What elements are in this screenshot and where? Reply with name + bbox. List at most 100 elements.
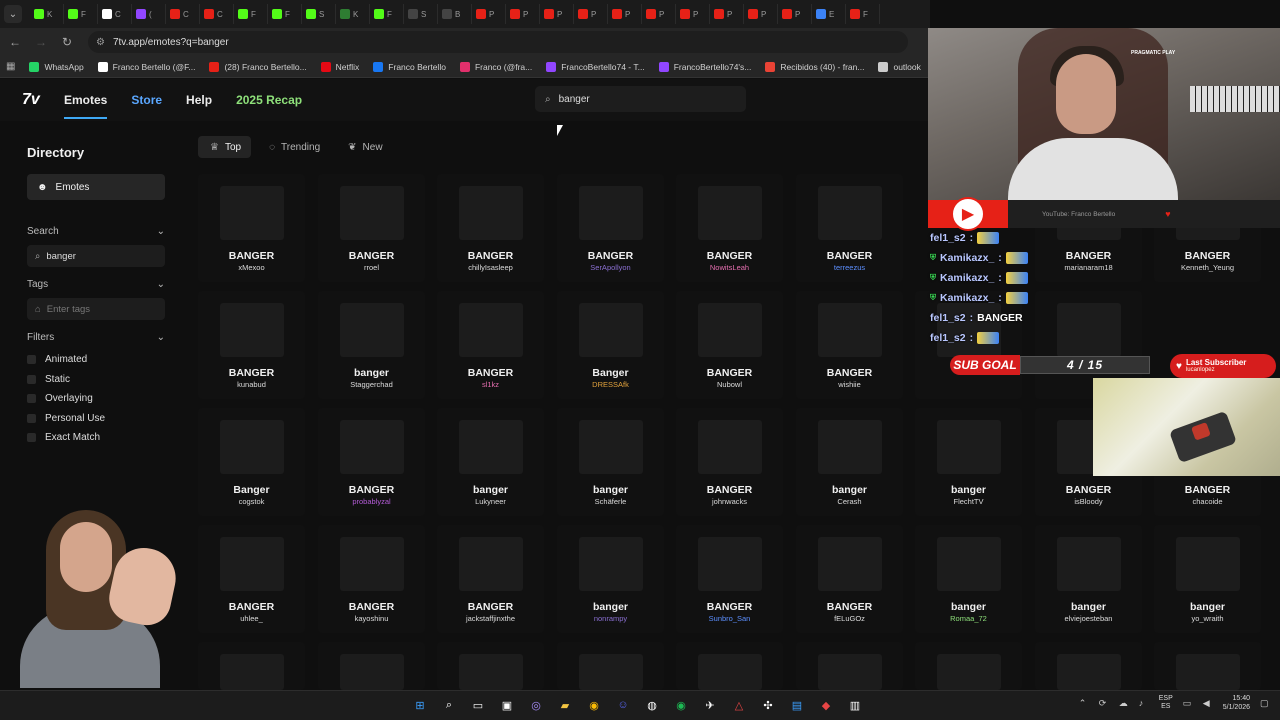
emote-card[interactable]	[1154, 642, 1261, 690]
emote-card[interactable]: BANGER jackstaffjinxthe	[437, 525, 544, 633]
emote-card[interactable]: BANGER SerApollyon	[557, 174, 664, 282]
emote-card[interactable]: Banger DRESSAfk	[557, 291, 664, 399]
browser-tab[interactable]: K	[336, 4, 370, 24]
filter-checkbox[interactable]: Static	[27, 373, 176, 387]
filter-checkbox[interactable]: Animated	[27, 353, 176, 367]
store-icon[interactable]: ▣	[497, 695, 517, 715]
emote-card[interactable]	[676, 642, 783, 690]
app-icon[interactable]: △	[729, 695, 749, 715]
obs-icon[interactable]: ◎	[526, 695, 546, 715]
browser-tab[interactable]: P	[778, 4, 812, 24]
clock[interactable]: 15:40 5/1/2026	[1223, 694, 1250, 712]
notification-icon[interactable]: ▢	[1260, 698, 1270, 708]
filter-checkbox[interactable]: Exact Match	[27, 431, 176, 445]
emote-card[interactable]: banger Schäferle	[557, 408, 664, 516]
emote-card[interactable]: BANGER Nubowl	[676, 291, 783, 399]
browser-tab[interactable]: F	[268, 4, 302, 24]
emote-card[interactable]	[557, 642, 664, 690]
github-icon[interactable]: ◍	[642, 695, 662, 715]
emote-owner[interactable]: Staggerchad	[318, 380, 425, 389]
windows-start-icon[interactable]: ⊞	[410, 695, 430, 715]
url-bar[interactable]: ⚙ 7tv.app/emotes?q=banger	[88, 31, 908, 53]
back-icon[interactable]: ←	[4, 31, 26, 53]
tags-section-toggle[interactable]: Tags ⌄	[27, 279, 165, 290]
emote-owner[interactable]: Nubowl	[676, 380, 783, 389]
emote-card[interactable]: BANGER NowitsLeah	[676, 174, 783, 282]
browser-tab[interactable]: B	[438, 4, 472, 24]
emote-card[interactable]: BANGER uhlee_	[198, 525, 305, 633]
emote-card[interactable]: banger Lukyneer	[437, 408, 544, 516]
search-icon[interactable]: ⌕	[439, 695, 459, 715]
tab-trending[interactable]: ◌ Trending	[257, 136, 330, 158]
folder-icon[interactable]: ▰	[555, 695, 575, 715]
tab-search-button[interactable]: ⌄	[4, 5, 22, 23]
tool-icon[interactable]: ✣	[758, 695, 778, 715]
network-icon[interactable]: ☁	[1119, 698, 1129, 708]
emote-owner[interactable]: elviejoesteban	[1035, 614, 1142, 623]
emote-card[interactable]: Banger cogstok	[198, 408, 305, 516]
sidebar-search-input[interactable]: ⌕ banger	[27, 245, 165, 267]
emote-owner[interactable]: DRESSAfk	[557, 380, 664, 389]
emote-owner[interactable]: uhlee_	[198, 614, 305, 623]
browser-tab[interactable]: P	[472, 4, 506, 24]
language-indicator[interactable]: ESP ES	[1159, 695, 1173, 712]
filter-checkbox[interactable]: Overlaying	[27, 392, 176, 406]
nav-recap[interactable]: 2025 Recap	[236, 81, 302, 119]
emote-owner[interactable]: nonrampy	[557, 614, 664, 623]
emote-owner[interactable]: wishiie	[796, 380, 903, 389]
apps-icon[interactable]: ▦	[6, 61, 15, 72]
sidebar-item-emotes[interactable]: ☻ Emotes	[27, 174, 165, 200]
chevron-up-icon[interactable]: ⌃	[1079, 698, 1089, 708]
volume-icon[interactable]: ◀	[1203, 698, 1213, 708]
browser-tab[interactable]: C	[166, 4, 200, 24]
bookmark-item[interactable]: outlook	[878, 61, 921, 72]
browser-tab[interactable]: F	[64, 4, 98, 24]
site-info-icon[interactable]: ⚙	[96, 37, 105, 48]
emote-card[interactable]: banger Staggerchad	[318, 291, 425, 399]
tab-new[interactable]: ❦ New	[336, 136, 392, 158]
emote-owner[interactable]: cogstok	[198, 497, 305, 506]
emote-owner[interactable]: jackstaffjinxthe	[437, 614, 544, 623]
emote-card[interactable]: BANGER probablyzal	[318, 408, 425, 516]
browser-tab[interactable]: C	[98, 4, 132, 24]
emote-card[interactable]: BANGER wishiie	[796, 291, 903, 399]
bookmark-item[interactable]: Recibidos (40) - fran...	[765, 61, 864, 72]
browser-tab[interactable]: P	[506, 4, 540, 24]
emote-card[interactable]: banger elviejoesteban	[1035, 525, 1142, 633]
emote-owner[interactable]: NowitsLeah	[676, 263, 783, 272]
emote-card[interactable]: BANGER fELuGOz	[796, 525, 903, 633]
emote-owner[interactable]: xMexoo	[198, 263, 305, 272]
steam-icon[interactable]: ✈	[700, 695, 720, 715]
emote-card[interactable]: BANGER sl1kz	[437, 291, 544, 399]
tags-input[interactable]: ⌂ Enter tags	[27, 298, 165, 320]
spotify-icon[interactable]: ◉	[671, 695, 691, 715]
emote-owner[interactable]: kayoshinu	[318, 614, 425, 623]
emote-card[interactable]	[318, 642, 425, 690]
bookmark-item[interactable]: Franco Bertello	[373, 61, 446, 72]
emote-owner[interactable]: FlechtTV	[915, 497, 1022, 506]
bookmark-item[interactable]: (28) Franco Bertello...	[209, 61, 307, 72]
emote-card[interactable]: banger yo_wraith	[1154, 525, 1261, 633]
emote-owner[interactable]: terreezus	[796, 263, 903, 272]
emote-card[interactable]: BANGER kunabud	[198, 291, 305, 399]
browser-tab[interactable]: S	[404, 4, 438, 24]
browser-tab[interactable]: (	[132, 4, 166, 24]
emote-card[interactable]: banger Cerash	[796, 408, 903, 516]
nav-store[interactable]: Store	[131, 81, 162, 119]
nav-help[interactable]: Help	[186, 81, 212, 119]
emote-card[interactable]	[198, 642, 305, 690]
discord-icon[interactable]: ☺	[613, 695, 633, 715]
browser-tab[interactable]: P	[540, 4, 574, 24]
emote-owner[interactable]: johnwacks	[676, 497, 783, 506]
emote-card[interactable]: banger FlechtTV	[915, 408, 1022, 516]
browser-tab[interactable]: P	[642, 4, 676, 24]
browser-tab[interactable]: K	[30, 4, 64, 24]
header-search-input[interactable]: ⌕ banger	[535, 86, 746, 112]
emote-card[interactable]: BANGER Sunbro_San	[676, 525, 783, 633]
emote-owner[interactable]: Sunbro_San	[676, 614, 783, 623]
mic-icon[interactable]: ♪	[1139, 698, 1149, 708]
browser-tab[interactable]: P	[710, 4, 744, 24]
emote-card[interactable]: BANGER kayoshinu	[318, 525, 425, 633]
bookmark-item[interactable]: FrancoBertello74's...	[658, 61, 751, 72]
emote-owner[interactable]: fELuGOz	[796, 614, 903, 623]
